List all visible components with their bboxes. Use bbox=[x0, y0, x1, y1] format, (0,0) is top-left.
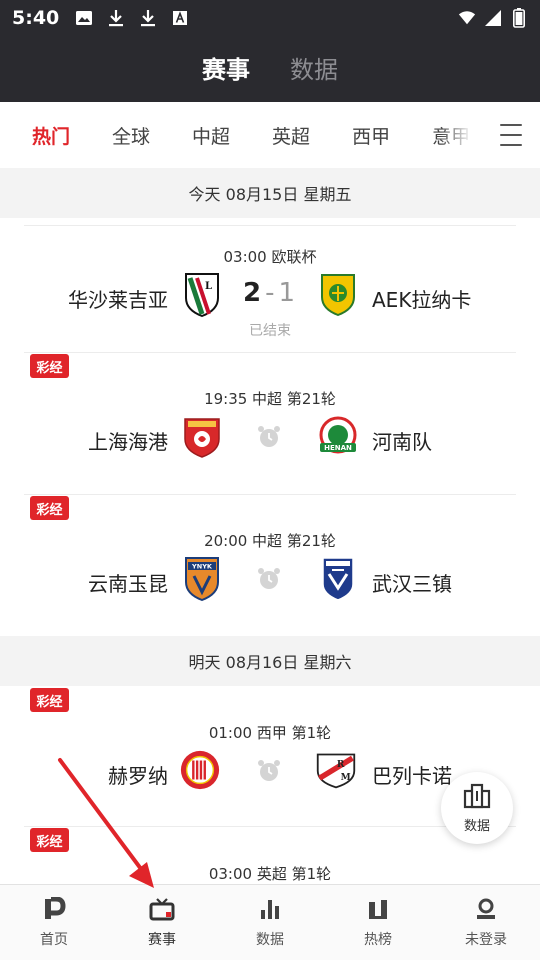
image-icon bbox=[75, 9, 93, 27]
divider bbox=[24, 352, 516, 353]
svg-text:R: R bbox=[337, 759, 345, 770]
away-team-name: 巴列卡诺 bbox=[372, 764, 452, 788]
caijing-badge: 彩经 bbox=[30, 828, 69, 852]
svg-text:YNYK: YNYK bbox=[191, 563, 213, 571]
bottom-nav: 首页 赛事 数据 热榜 未登录 bbox=[0, 884, 540, 960]
nav-data[interactable]: 数据 bbox=[216, 885, 324, 960]
match-group-today: 03:00 欧联杯 华沙莱吉亚 L 2-1 AEK拉纳卡 已结束 彩经 19:3… bbox=[0, 218, 540, 636]
category-hot[interactable]: 热门 bbox=[32, 122, 70, 149]
nav-data-label: 数据 bbox=[256, 931, 284, 948]
user-icon bbox=[474, 897, 498, 925]
match-meta: 03:00 英超 第1轮 bbox=[208, 865, 332, 883]
svg-text:HENAN: HENAN bbox=[324, 444, 352, 452]
alarm-clock-icon[interactable] bbox=[256, 424, 282, 450]
wuhan-three-towns-logo bbox=[317, 557, 359, 601]
home-p-icon bbox=[42, 896, 66, 925]
match-meta: 03:00 欧联杯 bbox=[223, 248, 317, 266]
signal-icon bbox=[484, 9, 502, 27]
top-tab-bar: 赛事 数据 bbox=[0, 36, 540, 102]
home-team-name: 云南玉昆 bbox=[88, 572, 168, 596]
download-icon bbox=[139, 9, 157, 27]
divider bbox=[24, 494, 516, 495]
battery-icon bbox=[510, 8, 528, 28]
font-icon bbox=[171, 9, 189, 27]
yunnan-yukun-logo: YNYK bbox=[181, 557, 223, 602]
ranking-icon bbox=[366, 897, 390, 925]
tab-data[interactable]: 数据 bbox=[290, 50, 338, 89]
divider bbox=[24, 225, 516, 226]
category-global[interactable]: 全球 bbox=[112, 122, 150, 149]
caijing-badge: 彩经 bbox=[30, 496, 69, 520]
match-meta: 20:00 中超 第21轮 bbox=[204, 532, 336, 550]
alarm-clock-icon[interactable] bbox=[256, 566, 282, 592]
score-dash: - bbox=[265, 278, 277, 308]
category-fade bbox=[440, 102, 498, 168]
svg-text:M: M bbox=[341, 772, 351, 783]
data-float-label: 数据 bbox=[463, 818, 490, 834]
nav-matches[interactable]: 赛事 bbox=[108, 885, 216, 960]
alarm-clock-icon[interactable] bbox=[256, 758, 282, 784]
bar-chart-icon bbox=[258, 897, 282, 925]
home-team-name: 上海海港 bbox=[88, 430, 168, 454]
match-meta: 01:00 西甲 第1轮 bbox=[208, 724, 332, 742]
nav-ranking[interactable]: 热榜 bbox=[324, 885, 432, 960]
match-meta: 19:35 中超 第21轮 bbox=[204, 390, 336, 408]
category-menu-icon[interactable] bbox=[500, 124, 522, 146]
data-float-button[interactable]: 数据 bbox=[441, 772, 513, 844]
henan-logo: HENAN bbox=[317, 416, 359, 458]
match-status: 已结束 bbox=[249, 323, 291, 339]
category-laliga[interactable]: 西甲 bbox=[352, 122, 390, 149]
nav-profile[interactable]: 未登录 bbox=[432, 885, 540, 960]
home-score: 2 bbox=[242, 278, 264, 308]
girona-logo bbox=[179, 749, 221, 791]
nav-profile-label: 未登录 bbox=[465, 931, 507, 948]
away-team-name: 武汉三镇 bbox=[372, 572, 452, 596]
away-team-name: 河南队 bbox=[372, 430, 432, 454]
date-header-tomorrow: 明天 08月16日 星期六 bbox=[0, 636, 540, 686]
caijing-badge: 彩经 bbox=[30, 688, 69, 712]
category-tab-bar: 热门 全球 中超 英超 西甲 意甲 bbox=[0, 102, 540, 168]
category-epl[interactable]: 英超 bbox=[272, 122, 310, 149]
home-team-name: 赫罗纳 bbox=[108, 764, 168, 788]
status-bar: 5:40 bbox=[0, 0, 540, 36]
status-time: 5:40 bbox=[12, 7, 60, 29]
nav-home[interactable]: 首页 bbox=[0, 885, 108, 960]
nav-home-label: 首页 bbox=[40, 931, 68, 948]
data-chart-icon bbox=[462, 783, 492, 813]
aek-larnaca-logo bbox=[317, 274, 359, 317]
divider bbox=[24, 826, 516, 827]
rayo-vallecano-logo: RM bbox=[315, 749, 357, 791]
shanghai-port-logo bbox=[181, 416, 223, 458]
away-team-name: AEK拉纳卡 bbox=[372, 288, 472, 312]
caijing-badge: 彩经 bbox=[30, 354, 69, 378]
category-csl[interactable]: 中超 bbox=[192, 122, 230, 149]
nav-ranking-label: 热榜 bbox=[364, 931, 392, 948]
tv-icon bbox=[149, 897, 175, 925]
away-score: 1 bbox=[278, 278, 298, 308]
date-header-today: 今天 08月15日 星期五 bbox=[0, 168, 540, 218]
tab-matches[interactable]: 赛事 bbox=[202, 50, 250, 89]
nav-matches-label: 赛事 bbox=[148, 931, 176, 948]
wifi-icon bbox=[458, 9, 476, 27]
download-icon bbox=[107, 9, 125, 27]
